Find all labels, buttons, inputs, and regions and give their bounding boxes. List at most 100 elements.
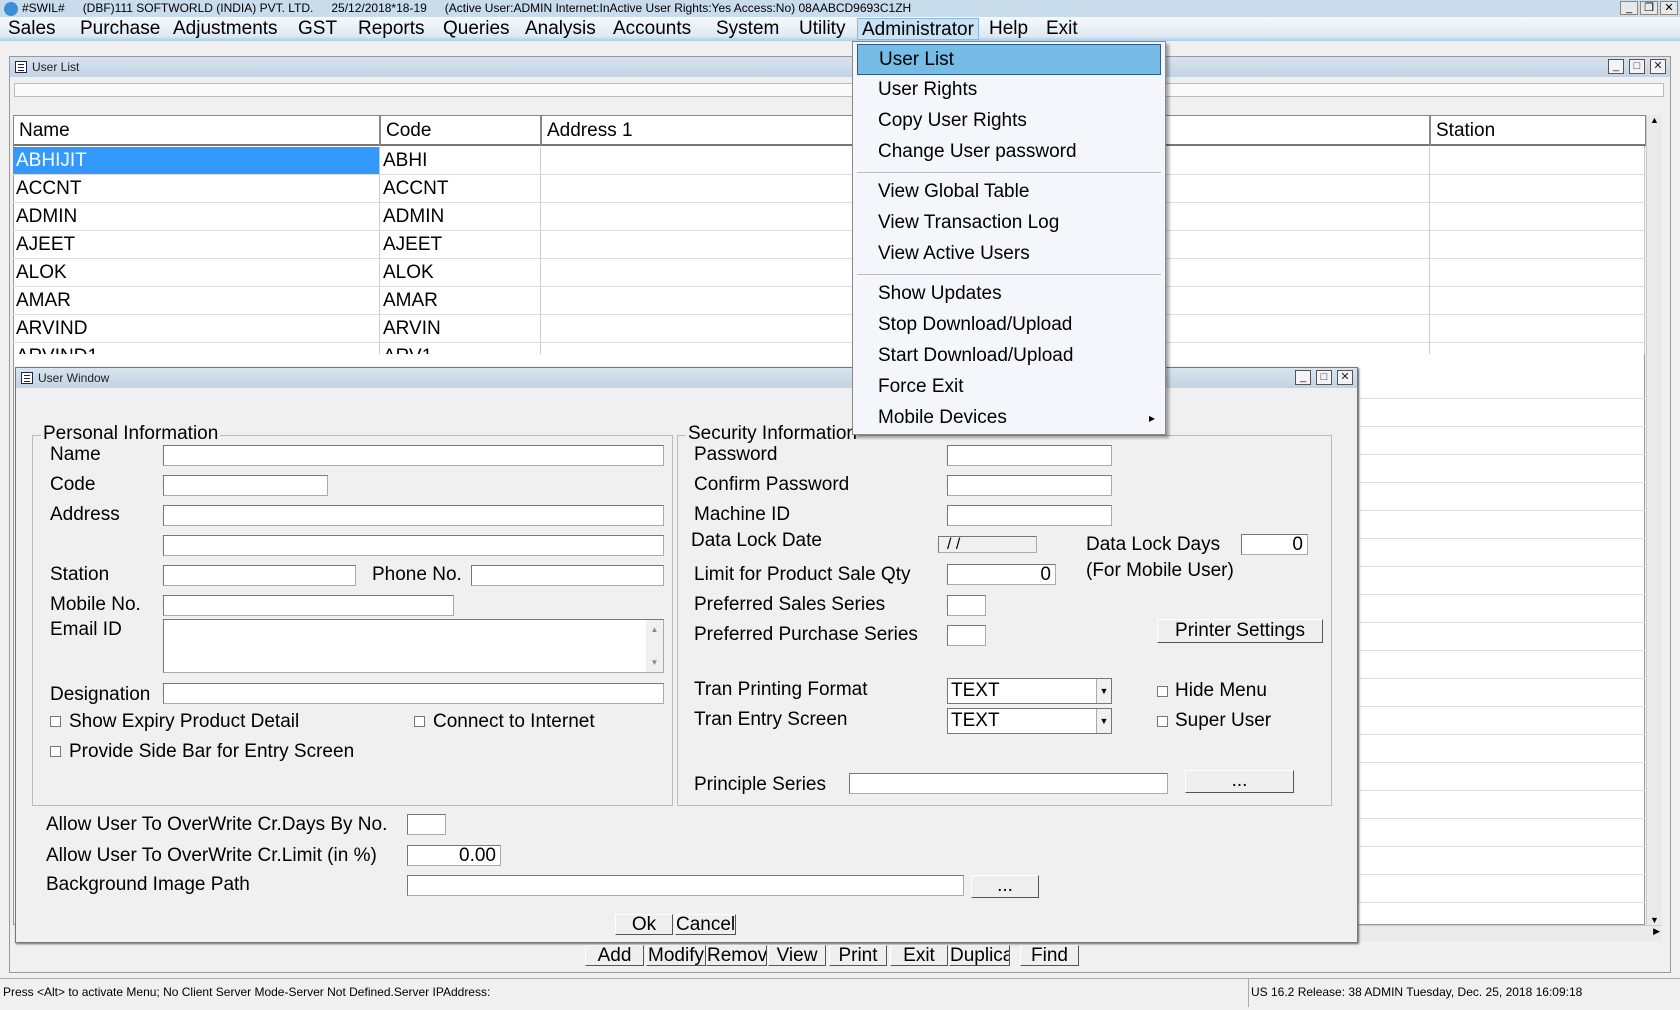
menu-item-user-rights[interactable]: User Rights (857, 75, 1161, 106)
station-cell[interactable] (1430, 175, 1645, 203)
minimize-app-button[interactable]: _ (1620, 1, 1638, 15)
side-bar-checkbox[interactable] (50, 746, 61, 757)
menu-utility[interactable]: Utility (795, 18, 849, 40)
code-cell[interactable]: ALOK (380, 259, 541, 287)
background-image-browse-button[interactable]: ... (971, 875, 1039, 898)
name-cell[interactable]: ADMIN (13, 203, 380, 231)
menu-item-copy-user-rights[interactable]: Copy User Rights (857, 106, 1161, 137)
column-header-code[interactable]: Code (380, 115, 541, 146)
name-cell[interactable]: ARVIND (13, 315, 380, 343)
preferred-sales-series-input[interactable] (947, 595, 986, 616)
menu-item-user-list[interactable]: User List (857, 44, 1161, 75)
menu-item-view-active-users[interactable]: View Active Users (857, 239, 1161, 270)
name-cell[interactable]: AMAR (13, 287, 380, 315)
list-remove-button[interactable]: Remove (706, 945, 767, 966)
restore-app-button[interactable]: ❐ (1640, 1, 1658, 15)
menu-item-force-exit[interactable]: Force Exit (857, 372, 1161, 403)
close-button[interactable]: ✕ (1337, 370, 1353, 385)
name-cell[interactable]: ABHIJIT (13, 147, 380, 175)
menu-item-change-user-password[interactable]: Change User password (857, 137, 1161, 168)
station-cell[interactable] (1430, 287, 1645, 315)
menu-system[interactable]: System (712, 18, 783, 40)
tran-printing-format-select[interactable]: TEXT ▼ (947, 678, 1112, 704)
address-line1-input[interactable] (163, 505, 664, 526)
maximize-button[interactable]: □ (1316, 370, 1332, 385)
menu-item-stop-download-upload[interactable]: Stop Download/Upload (857, 310, 1161, 341)
designation-input[interactable] (163, 683, 664, 704)
list-add-button[interactable]: Add (585, 945, 644, 966)
station-cell[interactable] (1430, 203, 1645, 231)
station-cell[interactable] (1430, 259, 1645, 287)
address-line2-input[interactable] (163, 535, 664, 556)
preferred-purchase-series-input[interactable] (947, 625, 986, 646)
password-input[interactable] (947, 445, 1112, 466)
table-row[interactable]: ACCNT ACCNT (13, 175, 1645, 203)
close-button[interactable]: ✕ (1650, 59, 1666, 74)
confirm-password-input[interactable] (947, 475, 1112, 496)
printer-settings-button[interactable]: Printer Settings (1157, 619, 1323, 643)
table-row[interactable]: AMAR AMAR (13, 287, 1645, 315)
table-row[interactable]: ARVIND ARVIN (13, 315, 1645, 343)
email-textarea[interactable]: ▲ ▼ (163, 619, 664, 673)
menu-item-mobile-devices[interactable]: Mobile Devices ▸ (857, 403, 1161, 434)
cancel-button[interactable]: Cancel (675, 914, 736, 935)
list-modify-button[interactable]: Modify (646, 945, 706, 966)
tran-entry-screen-select[interactable]: TEXT ▼ (947, 708, 1112, 734)
station-input[interactable] (163, 565, 356, 586)
phone-input[interactable] (471, 565, 664, 586)
scroll-up-icon[interactable]: ▲ (1647, 115, 1662, 125)
name-cell[interactable]: ARVIND1 (13, 343, 380, 354)
cr-days-input[interactable] (407, 814, 446, 835)
table-row[interactable]: AJEET AJEET (13, 231, 1645, 259)
list-view-button[interactable]: View (768, 945, 826, 966)
table-row[interactable]: ABHIJIT ABHI (13, 147, 1645, 175)
code-cell[interactable]: ABHI (380, 147, 541, 175)
station-cell[interactable] (1430, 147, 1645, 175)
horizontal-scrollbar[interactable]: ▶ (1358, 925, 1662, 941)
menu-administrator[interactable]: Administrator (857, 18, 979, 40)
table-row[interactable]: ALOK ALOK (13, 259, 1645, 287)
code-cell[interactable]: AMAR (380, 287, 541, 315)
scroll-right-icon[interactable]: ▶ (1653, 926, 1660, 937)
name-cell[interactable]: ACCNT (13, 175, 380, 203)
menu-gst[interactable]: GST (294, 18, 341, 40)
show-expiry-checkbox[interactable] (50, 716, 61, 727)
scroll-down-icon[interactable]: ▼ (1647, 915, 1662, 925)
principle-series-browse-button[interactable]: ... (1185, 770, 1294, 793)
menu-reports[interactable]: Reports (354, 18, 429, 40)
code-input[interactable] (163, 475, 328, 496)
background-image-path-input[interactable] (407, 875, 964, 896)
vertical-scrollbar[interactable]: ▲ ▼ (1646, 115, 1662, 925)
menu-queries[interactable]: Queries (439, 18, 514, 40)
code-cell[interactable]: ADMIN (380, 203, 541, 231)
email-scrollbar[interactable]: ▲ ▼ (646, 620, 663, 672)
code-cell[interactable]: AJEET (380, 231, 541, 259)
menu-accounts[interactable]: Accounts (609, 18, 695, 40)
menu-exit[interactable]: Exit (1042, 18, 1082, 40)
maximize-button[interactable]: □ (1629, 59, 1645, 74)
station-cell[interactable] (1430, 315, 1645, 343)
list-find-button[interactable]: Find (1020, 945, 1079, 966)
menu-item-view-global-table[interactable]: View Global Table (857, 177, 1161, 208)
menu-purchase[interactable]: Purchase (76, 18, 164, 40)
column-header-station[interactable]: Station (1430, 115, 1646, 146)
menu-item-view-transaction-log[interactable]: View Transaction Log (857, 208, 1161, 239)
minimize-button[interactable]: _ (1608, 59, 1624, 74)
name-input[interactable] (163, 445, 664, 466)
limit-sale-qty-input[interactable]: 0 (947, 564, 1056, 585)
name-cell[interactable]: ALOK (13, 259, 380, 287)
super-user-checkbox[interactable] (1157, 716, 1168, 727)
mobile-input[interactable] (163, 595, 454, 616)
close-app-button[interactable]: ✕ (1660, 1, 1678, 15)
column-header-name[interactable]: Name (13, 115, 380, 146)
menu-adjustments[interactable]: Adjustments (169, 18, 282, 40)
list-print-button[interactable]: Print (829, 945, 887, 966)
menu-analysis[interactable]: Analysis (521, 18, 600, 40)
table-row[interactable]: ADMIN ADMIN (13, 203, 1645, 231)
hide-menu-checkbox[interactable] (1157, 686, 1168, 697)
cr-limit-input[interactable]: 0.00 (407, 845, 501, 866)
code-cell[interactable]: ARV1 (380, 343, 541, 354)
data-lock-date-input[interactable]: / / (938, 536, 1037, 553)
menu-item-start-download-upload[interactable]: Start Download/Upload (857, 341, 1161, 372)
station-cell[interactable] (1430, 231, 1645, 259)
